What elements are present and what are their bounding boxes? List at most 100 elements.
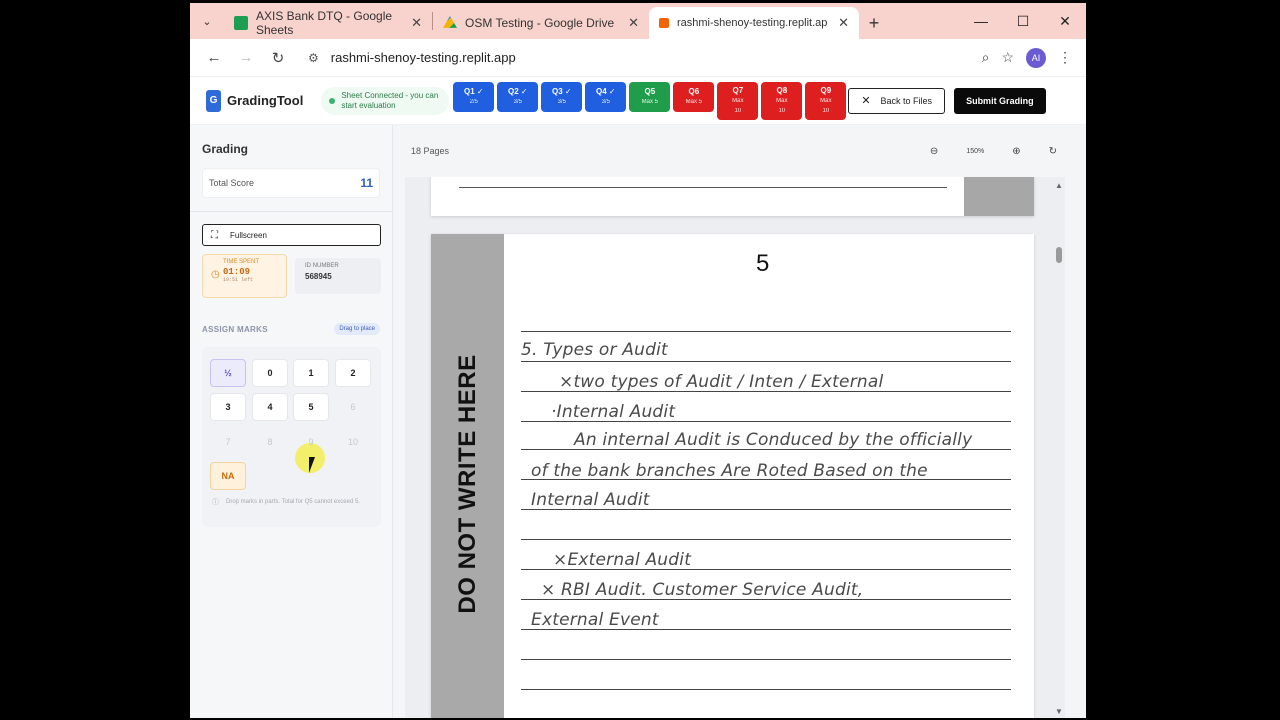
zoom-icon[interactable]: ⌕ xyxy=(982,49,990,66)
question-button-q5[interactable]: Q5 Max 5 xyxy=(629,81,671,112)
handwritten-line: Internal Audit xyxy=(531,490,650,510)
drag-hint-badge: Drag to place xyxy=(334,323,380,335)
mark-chip-4[interactable]: 4 xyxy=(252,393,288,421)
margin-warning-text: DO NOT WRITE HERE xyxy=(454,354,481,614)
question-button-q7[interactable]: Q7 Max 10 xyxy=(717,81,759,120)
handwritten-line: ×two types of Audit / Inten / External xyxy=(559,372,884,392)
viewer-toolbar: 18 Pages ⊖ 150% ⊕ ↻ xyxy=(393,125,1073,177)
tab-drive[interactable]: OSM Testing - Google Drive ✕ xyxy=(433,7,649,39)
tab-replit[interactable]: rashmi-shenoy-testing.replit.ap ✕ xyxy=(649,7,859,39)
fullscreen-label: Fullscreen xyxy=(230,230,267,240)
mark-chip-2[interactable]: 2 xyxy=(335,359,371,387)
new-tab-icon[interactable]: + xyxy=(859,7,889,39)
sheet-status-text: Sheet Connected - you can start evaluati… xyxy=(341,90,439,110)
tab-search-icon[interactable]: ⌄ xyxy=(190,3,224,39)
handwritten-line: ·Internal Audit xyxy=(551,402,676,422)
document-scroll-area[interactable]: DO NOT WRITE HERE 5 5. Types or Audit ×t… xyxy=(405,177,1065,718)
minimize-icon[interactable]: — xyxy=(960,3,1002,39)
question-button-q8[interactable]: Q8 Max 10 xyxy=(761,81,803,120)
assign-marks-header: ASSIGN MARKS Drag to place xyxy=(202,323,380,335)
reload-icon[interactable]: ↻ xyxy=(262,42,294,74)
time-spent-caption: TIME SPENT xyxy=(223,259,260,265)
marks-panel: ½ 0 1 2 3 4 5 6 7 8 9 10 NA ⓘ Drop marks… xyxy=(202,347,381,527)
handwritten-line: External Event xyxy=(531,610,659,630)
profile-avatar[interactable]: AI xyxy=(1026,47,1046,68)
url-field[interactable]: ⚙ rashmi-shenoy-testing.replit.app xyxy=(298,42,982,73)
answer-page: DO NOT WRITE HERE 5 5. Types or Audit ×t… xyxy=(431,234,1034,718)
marks-note: ⓘ Drop marks in parts. Total for Q5 cann… xyxy=(212,498,372,507)
app-body: Grading Total Score 11 ⛶ Fullscreen ◷ TI… xyxy=(190,125,1086,718)
url-text: rashmi-shenoy-testing.replit.app xyxy=(330,50,516,65)
tab-label: AXIS Bank DTQ - Google Sheets xyxy=(256,9,393,37)
ruled-line xyxy=(521,659,1011,660)
document-viewer: 18 Pages ⊖ 150% ⊕ ↻ DO NOT WRITE HERE 5 … xyxy=(393,125,1086,718)
question-button-q2[interactable]: Q2 ✓ 3/5 xyxy=(497,81,539,112)
close-icon[interactable]: ✕ xyxy=(411,15,422,31)
sidebar-title: Grading xyxy=(202,142,249,156)
mark-chip-na[interactable]: NA xyxy=(210,462,246,490)
sheets-icon xyxy=(234,16,248,30)
mark-chip-half[interactable]: ½ xyxy=(210,359,246,387)
site-info-icon[interactable]: ⚙ xyxy=(308,51,319,65)
expand-icon: ⛶ xyxy=(211,229,218,241)
question-button-q6[interactable]: Q6 Max 5 xyxy=(673,81,715,112)
ruled-line xyxy=(521,539,1011,540)
rotate-icon[interactable]: ↻ xyxy=(1049,146,1057,157)
submit-grading-button[interactable]: Submit Grading xyxy=(954,87,1046,114)
mark-chip-9: 9 xyxy=(308,437,314,447)
time-spent-value: 01:09 xyxy=(223,267,251,277)
zoom-level: 150% xyxy=(966,147,985,155)
handwritten-line: × RBI Audit. Customer Service Audit, xyxy=(541,580,864,600)
status-dot-icon xyxy=(329,97,336,104)
previous-page xyxy=(431,177,1034,216)
back-arrow-icon[interactable]: ← xyxy=(198,42,230,74)
grading-sidebar: Grading Total Score 11 ⛶ Fullscreen ◷ TI… xyxy=(190,125,393,718)
close-icon[interactable]: ✕ xyxy=(628,15,639,31)
tab-sheets[interactable]: AXIS Bank DTQ - Google Sheets ✕ xyxy=(224,7,432,39)
tab-label: OSM Testing - Google Drive xyxy=(465,16,615,30)
back-to-files-label: Back to Files xyxy=(880,95,933,106)
mark-chip-3[interactable]: 3 xyxy=(210,393,246,421)
zoom-in-icon[interactable]: ⊕ xyxy=(1012,146,1020,157)
question-button-q1[interactable]: Q1 ✓ 2/5 xyxy=(453,81,495,112)
scroll-down-icon[interactable]: ▼ xyxy=(1055,707,1063,716)
drive-icon xyxy=(443,16,457,28)
mark-chip-5[interactable]: 5 xyxy=(293,393,329,421)
time-spent-card: ◷ TIME SPENT 01:09 19:51 left xyxy=(202,254,287,298)
time-left-text: 19:51 left xyxy=(223,277,254,283)
question-button-q3[interactable]: Q3 ✓ 3/5 xyxy=(541,81,583,112)
question-button-q9[interactable]: Q9 Max 10 xyxy=(805,81,847,120)
bookmark-star-icon[interactable]: ☆ xyxy=(1001,49,1014,66)
scroll-thumb[interactable] xyxy=(1056,247,1062,263)
mark-chip-1[interactable]: 1 xyxy=(293,359,329,387)
more-menu-icon[interactable]: ⋮ xyxy=(1058,49,1072,66)
total-score-label: Total Score xyxy=(209,178,255,188)
brand-name: GradingTool xyxy=(227,93,304,108)
sheet-status-badge: Sheet Connected - you can start evaluati… xyxy=(321,86,450,115)
close-window-icon[interactable]: ✕ xyxy=(1044,3,1086,39)
maximize-icon[interactable]: ☐ xyxy=(1002,3,1044,39)
fullscreen-button[interactable]: ⛶ Fullscreen xyxy=(202,224,381,246)
scroll-up-icon[interactable]: ▲ xyxy=(1055,181,1063,190)
clock-icon: ◷ xyxy=(211,269,220,280)
browser-window: ⌄ AXIS Bank DTQ - Google Sheets ✕ OSM Te… xyxy=(190,3,1086,718)
question-tabs: Q1 ✓ 2/5 Q2 ✓ 3/5 Q3 ✓ 3/5 Q4 ✓ 3/5 Q5 M… xyxy=(453,81,847,120)
vertical-scrollbar[interactable]: ▲ ▼ xyxy=(1053,177,1065,718)
total-score-value: 11 xyxy=(360,176,373,190)
assign-marks-label: ASSIGN MARKS xyxy=(202,324,268,334)
margin-strip xyxy=(964,177,1034,216)
address-bar: ← → ↻ ⚙ rashmi-shenoy-testing.replit.app… xyxy=(190,39,1086,77)
zoom-out-icon[interactable]: ⊖ xyxy=(930,146,938,157)
handwritten-line: of the bank branches Are Roted Based on … xyxy=(531,461,928,481)
replit-icon xyxy=(659,18,669,28)
forward-arrow-icon[interactable]: → xyxy=(230,42,262,74)
id-number-value: 568945 xyxy=(305,272,332,281)
question-button-q4[interactable]: Q4 ✓ 3/5 xyxy=(585,81,627,112)
handwritten-line: An internal Audit is Conduced by the off… xyxy=(574,430,973,450)
mark-chip-7: 7 xyxy=(225,437,231,447)
info-icon: ⓘ xyxy=(212,499,219,506)
mark-chip-0[interactable]: 0 xyxy=(252,359,288,387)
back-to-files-button[interactable]: ✕ Back to Files xyxy=(848,87,946,114)
close-icon[interactable]: ✕ xyxy=(838,15,849,31)
tab-label: rashmi-shenoy-testing.replit.ap xyxy=(677,17,827,29)
